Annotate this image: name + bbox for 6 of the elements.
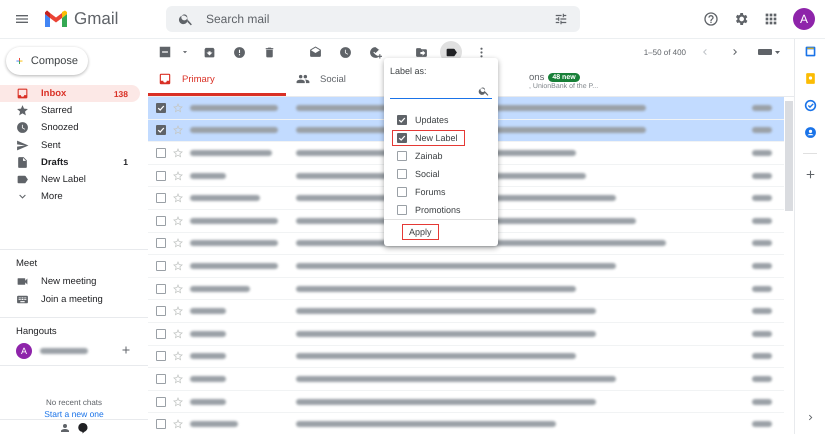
- menu-title: Label as:: [389, 66, 428, 76]
- empty-chats-text: No recent chats: [44, 398, 104, 407]
- app-name: Gmail: [74, 9, 118, 29]
- section-title: Meet: [15, 258, 38, 271]
- section-title: Hangouts: [15, 326, 58, 339]
- pagination-text: 1–50 of 400: [644, 48, 686, 56]
